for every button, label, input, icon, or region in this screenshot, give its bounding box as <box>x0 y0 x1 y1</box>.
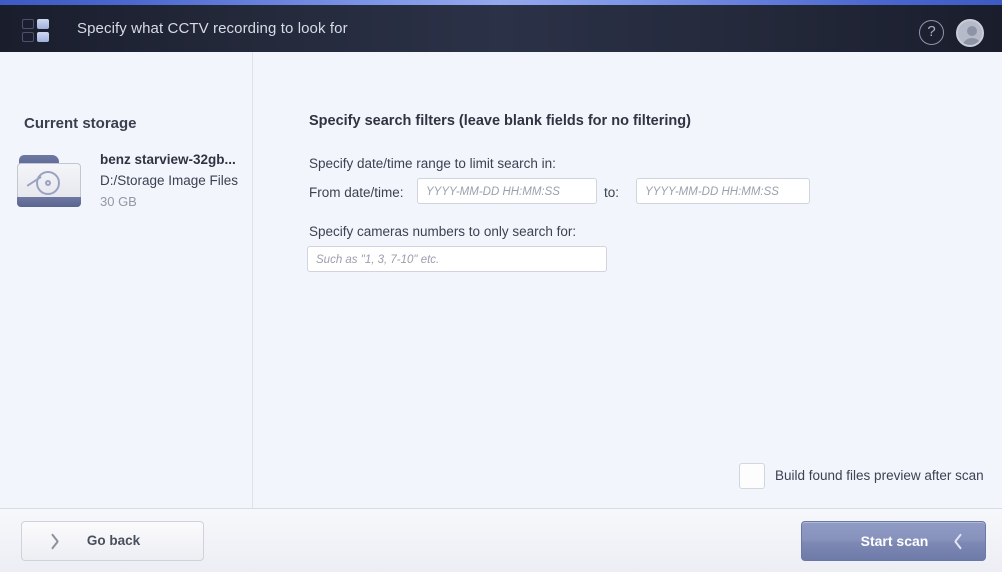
storage-list-item[interactable]: benz starview-32gb... D:/Storage Image F… <box>16 152 252 216</box>
start-scan-button[interactable]: Start scan <box>801 521 986 561</box>
from-datetime-input[interactable] <box>417 178 597 204</box>
application-window: Specify what CCTV recording to look for … <box>0 0 1002 572</box>
folder-disk-icon <box>16 155 84 209</box>
cameras-input[interactable] <box>307 246 607 272</box>
title-bar: Specify what CCTV recording to look for … <box>0 5 1002 52</box>
cameras-label: Specify cameras numbers to only search f… <box>309 224 577 239</box>
build-preview-label: Build found files preview after scan <box>775 468 984 483</box>
to-datetime-label: to: <box>604 185 620 200</box>
sidebar: Current storage benz starview-32gb... D:… <box>0 52 252 508</box>
page-title: Specify what CCTV recording to look for <box>77 20 348 37</box>
content-area: Specify search filters (leave blank fiel… <box>253 52 1002 508</box>
build-preview-checkbox[interactable] <box>739 463 765 489</box>
section-heading: Specify search filters (leave blank fiel… <box>309 113 691 129</box>
go-back-button[interactable]: Go back <box>21 521 204 561</box>
go-back-label: Go back <box>86 533 141 548</box>
app-grid-logo-icon <box>22 19 52 43</box>
from-datetime-label: From date/time: <box>309 185 404 200</box>
main-body: Current storage benz starview-32gb... D:… <box>0 52 1002 509</box>
footer-bar: Go back Start scan <box>0 509 1002 572</box>
question-mark-icon[interactable]: ? <box>919 20 944 45</box>
sidebar-heading: Current storage <box>24 115 137 132</box>
storage-size: 30 GB <box>100 194 137 209</box>
user-avatar-icon[interactable] <box>956 19 984 47</box>
storage-name: benz starview-32gb... <box>100 152 236 167</box>
daterange-label: Specify date/time range to limit search … <box>309 156 556 171</box>
to-datetime-input[interactable] <box>636 178 810 204</box>
storage-path: D:/Storage Image Files <box>100 173 239 188</box>
chevron-right-icon <box>953 533 963 550</box>
